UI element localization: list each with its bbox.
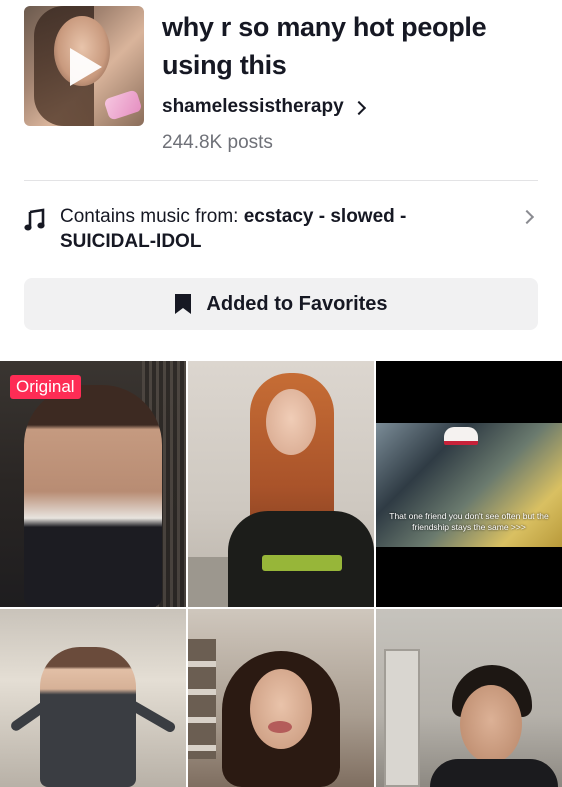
divider <box>24 180 538 181</box>
video-thumbnail[interactable]: Original <box>0 361 186 607</box>
shirt-print <box>262 555 342 571</box>
posts-count: 244.8K posts <box>162 132 273 153</box>
chevron-right-icon <box>519 209 535 225</box>
play-icon[interactable] <box>70 48 102 86</box>
cover-sticker <box>103 89 143 121</box>
video-thumbnail[interactable] <box>0 609 186 787</box>
thumbnail-wall-photos <box>188 639 216 759</box>
bookmark-icon <box>175 294 192 314</box>
thumbnail-person-shirt <box>430 759 558 787</box>
sound-header: why r so many hot people using this sham… <box>0 0 562 180</box>
thumbnail-person-face <box>250 669 312 749</box>
video-thumbnail[interactable] <box>188 609 374 787</box>
video-thumbnail[interactable] <box>188 361 374 607</box>
video-caption: That one friend you don't see often but … <box>389 511 549 532</box>
thumbnail-person-face <box>266 389 316 455</box>
thumbnail-person-face <box>460 685 522 763</box>
author-link[interactable]: shamelessistherapy <box>162 96 366 118</box>
video-grid: Original That one friend you don't see o… <box>0 361 562 787</box>
video-thumbnail[interactable]: That one friend you don't see often but … <box>376 361 562 607</box>
favorites-label: Added to Favorites <box>206 292 388 315</box>
sound-cover-thumbnail[interactable] <box>24 6 144 126</box>
music-label: Contains music from: <box>60 206 244 227</box>
original-badge: Original <box>10 375 81 399</box>
chevron-right-icon <box>351 100 366 115</box>
sound-title: why r so many hot people using this <box>162 12 487 80</box>
thumbnail-person <box>24 385 162 607</box>
author-name[interactable]: shamelessistherapy <box>162 96 344 118</box>
favorites-button[interactable]: Added to Favorites <box>24 278 538 330</box>
music-source-text: Contains music from: ecstacy - slowed - … <box>60 204 500 254</box>
thumbnail-person-lips <box>268 721 292 733</box>
thumbnail-door <box>384 649 420 787</box>
thumbnail-hat <box>444 427 478 445</box>
music-note-icon <box>24 208 45 231</box>
video-thumbnail[interactable] <box>376 609 562 787</box>
music-source-row[interactable]: Contains music from: ecstacy - slowed - … <box>24 204 538 258</box>
thumbnail-person <box>40 647 136 787</box>
